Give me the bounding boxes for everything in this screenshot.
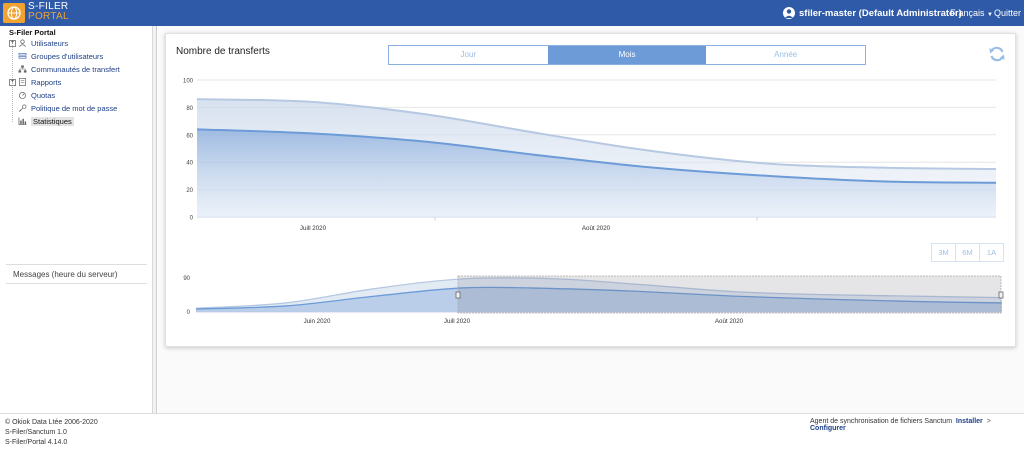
period-tabs: Jour Mois Année (388, 45, 866, 65)
sidebar-item-label: Politique de mot de passe (31, 103, 118, 113)
configure-link[interactable]: Configurer (810, 425, 846, 432)
sidebar-item-label: Utilisateurs (31, 38, 69, 48)
sidebar-item-label: Quotas (31, 90, 56, 100)
brand-logo[interactable]: S-FILER PORTAL (28, 2, 69, 22)
x-tick-label: Août 2020 (582, 225, 611, 232)
nav-x-tick-label: Août 2020 (715, 318, 744, 325)
sidebar: S-Filer Portal + Utilisateurs Groupes d'… (0, 26, 153, 436)
sidebar-item-label: Statistiques (31, 116, 74, 126)
sidebar-item-label: Rapports (31, 77, 62, 87)
expand-icon[interactable]: + (9, 78, 16, 86)
navigator-selection-mask[interactable] (457, 275, 1002, 314)
footer: © Okiok Data Ltée 2006-2020 S-Filer/Sanc… (0, 413, 1024, 472)
range-buttons: 3M 6M 1A (931, 243, 1004, 262)
messages-panel-title: Messages (heure du serveur) (6, 264, 147, 284)
brand-line2: PORTAL (28, 11, 69, 22)
y-tick-label: 100 (183, 79, 194, 85)
nav-x-tick-label: Juin 2020 (304, 318, 331, 325)
separator: > (986, 418, 991, 425)
user-icon (19, 39, 26, 47)
sidebar-item-users[interactable]: + Utilisateurs (9, 38, 68, 48)
tab-month[interactable]: Mois (547, 46, 707, 64)
range-6m-button[interactable]: 6M (955, 243, 980, 262)
copyright: © Okiok Data Ltée 2006-2020 (5, 419, 98, 426)
footer-info: © Okiok Data Ltée 2006-2020 S-Filer/Sanc… (5, 418, 98, 448)
sidebar-item-reports[interactable]: + Rapports (9, 77, 61, 87)
language-dropdown[interactable]: Français ▼ (950, 8, 993, 18)
globe-logo-icon[interactable] (3, 3, 25, 23)
footer-agent: Agent de synchronisation de fichiers San… (810, 418, 1024, 432)
sidebar-item-password-policy[interactable]: Politique de mot de passe (9, 103, 117, 113)
report-icon (19, 78, 26, 86)
nav-y-tick-label: 90 (183, 276, 190, 282)
sidebar-item-communities[interactable]: Communautés de transfert (9, 64, 120, 74)
install-link[interactable]: Installer (956, 418, 983, 425)
statistics-card: Nombre de transferts Jour Mois Année 0 20… (165, 33, 1016, 347)
key-icon (18, 104, 27, 112)
top-bar: S-FILER PORTAL sfiler-master (Default Ad… (0, 0, 1024, 26)
tree-root[interactable]: S-Filer Portal (9, 28, 56, 37)
community-icon (18, 65, 27, 73)
sidebar-item-quotas[interactable]: Quotas (9, 90, 55, 100)
refresh-icon[interactable] (988, 45, 1006, 63)
sidebar-item-label: Communautés de transfert (31, 64, 120, 74)
y-tick-label: 80 (186, 106, 193, 112)
caret-down-icon: ▼ (987, 12, 993, 18)
quit-link[interactable]: Quitter (994, 8, 1021, 18)
user-avatar-icon (783, 7, 795, 19)
user-menu[interactable]: sfiler-master (Default Administrator) (783, 7, 962, 19)
y-tick-label: 40 (186, 161, 193, 167)
sidebar-item-label: Groupes d'utilisateurs (31, 51, 104, 61)
version-sanctum: S-Filer/Sanctum 1.0 (5, 429, 67, 436)
y-tick-label: 20 (186, 188, 193, 194)
y-tick-label: 0 (190, 216, 194, 222)
navigator-left-handle[interactable] (455, 291, 461, 299)
nav-y-tick-label: 0 (187, 310, 191, 316)
version-portal: S-Filer/Portal 4.14.0 (5, 439, 68, 446)
quota-icon (19, 91, 26, 99)
sidebar-splitter[interactable] (153, 26, 157, 413)
range-1a-button[interactable]: 1A (979, 243, 1004, 262)
language-label: Français (950, 8, 985, 18)
user-name: sfiler-master (Default Administrator) (799, 7, 962, 19)
tab-year[interactable]: Année (706, 46, 865, 64)
transfers-main-chart: 0 20 40 60 80 100 Juill 2020 Août 2020 (183, 79, 997, 232)
nav-x-tick-label: Juill 2020 (444, 318, 471, 325)
x-tick-label: Juill 2020 (300, 225, 327, 232)
transfers-navigator-chart[interactable]: 0 90 Juin 2020 Juill 2020 Août 2020 (166, 270, 1017, 336)
y-tick-label: 60 (186, 133, 193, 139)
sidebar-item-groups[interactable]: Groupes d'utilisateurs (9, 51, 103, 61)
sidebar-item-statistics[interactable]: Statistiques (9, 116, 74, 126)
expand-icon[interactable]: + (9, 39, 16, 47)
range-3m-button[interactable]: 3M (931, 243, 956, 262)
agent-label: Agent de synchronisation de fichiers San… (810, 418, 953, 425)
tab-day[interactable]: Jour (389, 46, 548, 64)
navigator-right-handle[interactable] (998, 291, 1004, 299)
card-title: Nombre de transferts (176, 46, 270, 57)
group-icon (18, 52, 27, 59)
stats-icon (18, 117, 27, 125)
